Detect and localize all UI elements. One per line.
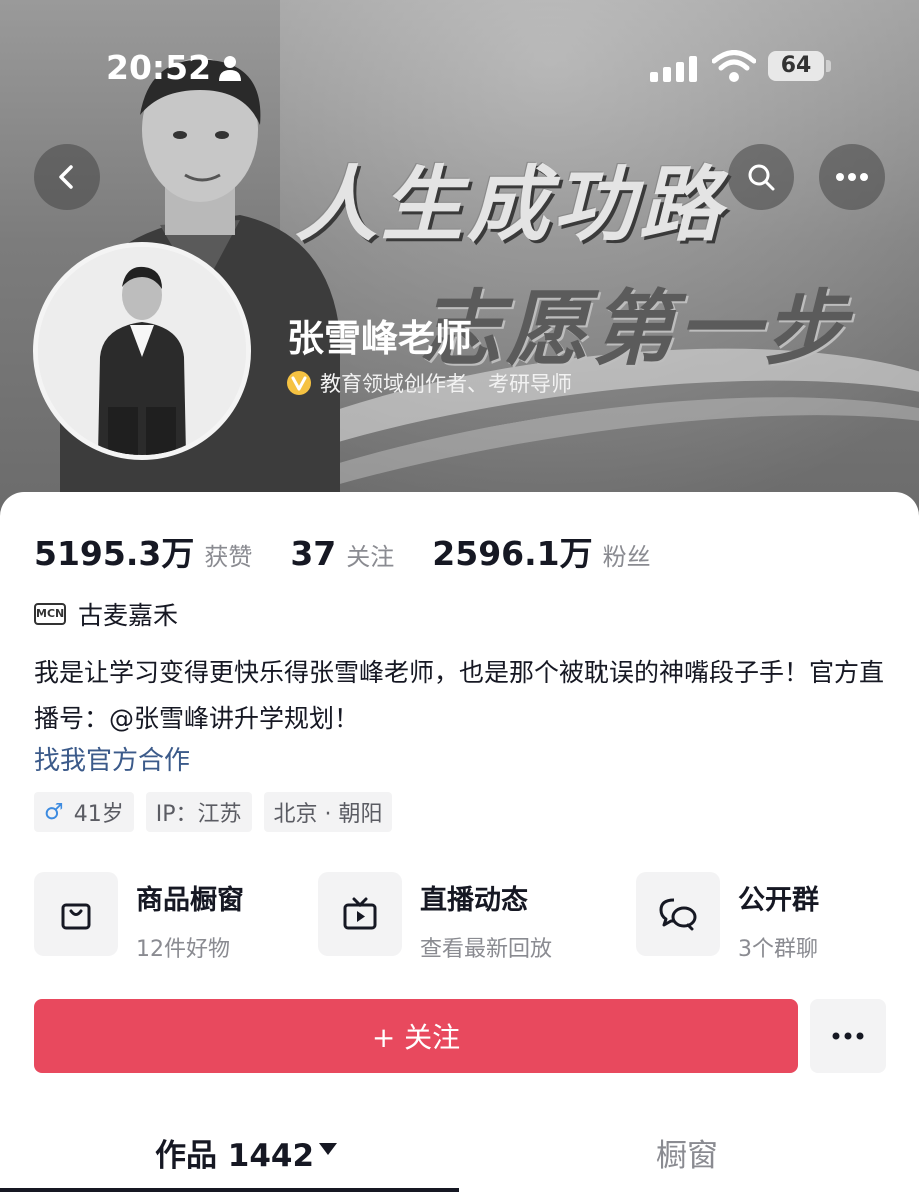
likes-label: 获赞 <box>204 543 253 571</box>
more-options-button[interactable] <box>819 144 885 210</box>
tv-icon <box>343 897 377 930</box>
followers-count[interactable]: 2596.1万 <box>432 527 592 575</box>
battery-indicator: 64 <box>768 51 824 81</box>
chevron-left-icon <box>59 165 73 189</box>
signal-icon <box>650 56 697 82</box>
avatar[interactable] <box>33 242 251 460</box>
banner-slogan-line2: 志愿第一步 <box>420 282 850 377</box>
wifi-icon <box>712 50 756 82</box>
shop-window-title: 商品橱窗 <box>136 885 244 916</box>
search-button[interactable] <box>728 144 794 210</box>
live-updates-entry[interactable]: 直播动态 查看最新回放 <box>318 872 552 963</box>
more-actions-button[interactable] <box>810 999 886 1073</box>
shopping-bag-icon <box>61 903 91 930</box>
shop-window-entry[interactable]: 商品橱窗 12件好物 <box>34 872 244 963</box>
battery-tip <box>826 60 831 72</box>
bio-text: 我是让学习变得更快乐得张雪峰老师，也是那个被耽误的神嘴段子手！官方直播号：@张雪… <box>34 658 885 733</box>
mcn-name[interactable]: 古麦嘉禾 <box>78 596 178 632</box>
location-tag: 北京 · 朝阳 <box>263 792 393 832</box>
active-tab-indicator <box>0 1188 459 1192</box>
followers-label: 粉丝 <box>602 543 651 571</box>
public-group-subtitle: 3个群聊 <box>738 937 818 962</box>
likes-count[interactable]: 5195.3万 <box>34 527 194 575</box>
male-icon: ♂ <box>44 799 64 825</box>
public-group-title: 公开群 <box>738 885 819 916</box>
cooperation-link[interactable]: 找我官方合作 <box>34 740 190 777</box>
following-label: 关注 <box>346 543 395 571</box>
profile-stats: 5195.3万 获赞 37 关注 2596.1万 粉丝 <box>34 527 689 575</box>
tv-icon-box <box>318 872 402 956</box>
follow-button[interactable]: + 关注 <box>34 999 798 1073</box>
profile-name: 张雪峰老师 <box>287 317 472 360</box>
live-updates-subtitle: 查看最新回放 <box>420 937 553 962</box>
person-status-icon <box>219 56 241 81</box>
mcn-icon: MCN <box>34 603 66 625</box>
shop-window-subtitle: 12件好物 <box>136 937 230 962</box>
tab-shop-window[interactable]: 橱窗 <box>656 1130 718 1175</box>
age-tag: ♂ 41岁 <box>34 792 134 832</box>
verification-text: 教育领域创作者、考研导师 <box>320 372 572 396</box>
avatar-image <box>38 247 246 455</box>
search-icon <box>748 164 775 191</box>
chat-bubbles-icon-box <box>636 872 720 956</box>
back-button[interactable] <box>34 144 100 210</box>
status-time: 20:52 <box>106 48 212 87</box>
verified-badge-icon <box>287 371 311 395</box>
more-dots-icon <box>832 1032 864 1040</box>
tab-works[interactable]: 作品 1442 <box>155 1130 314 1175</box>
following-count[interactable]: 37 <box>290 534 336 573</box>
banner-slogan-line1: 人生成功路 <box>295 158 725 253</box>
live-updates-title: 直播动态 <box>420 885 528 916</box>
age-text: 41岁 <box>73 802 124 827</box>
public-group-entry[interactable]: 公开群 3个群聊 <box>636 872 819 963</box>
profile-tags: ♂ 41岁 IP：江苏 北京 · 朝阳 <box>34 792 393 832</box>
ip-tag: IP：江苏 <box>145 792 252 832</box>
more-dots-icon <box>836 173 868 181</box>
chat-bubbles-icon <box>659 898 697 931</box>
dropdown-arrow-icon[interactable] <box>318 1142 338 1156</box>
shopping-bag-icon-box <box>34 872 118 956</box>
